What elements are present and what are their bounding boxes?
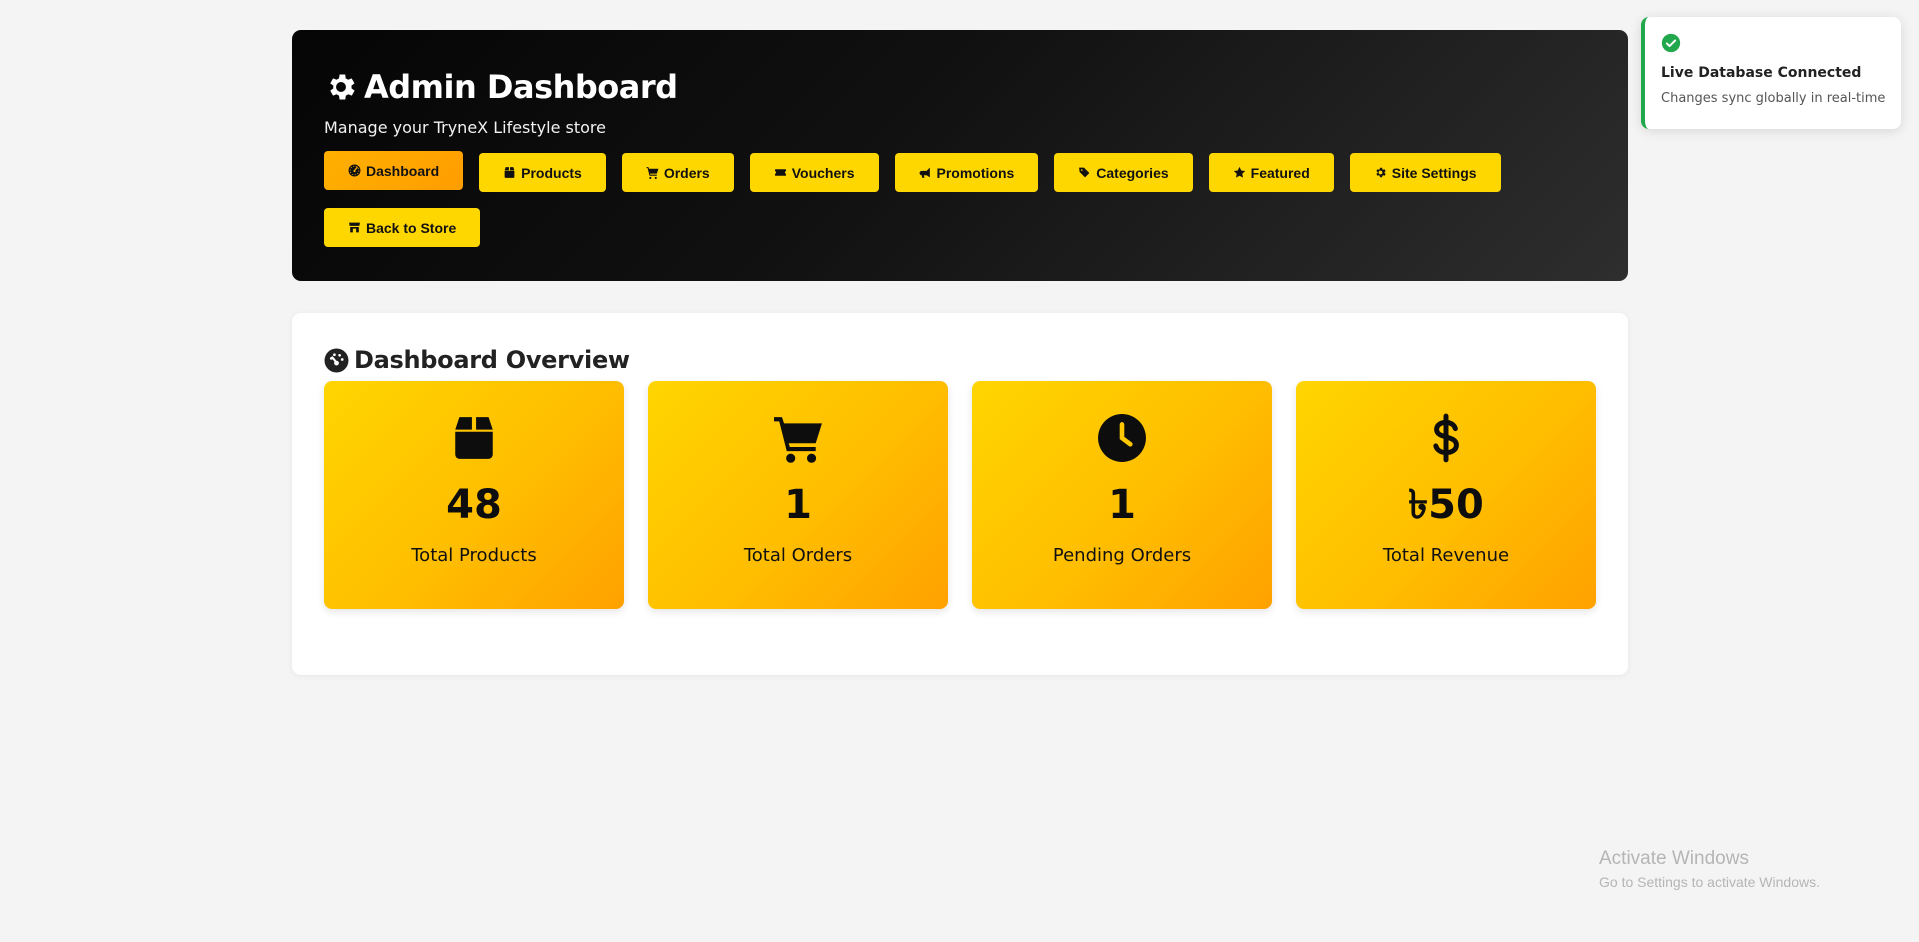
nav-site-settings-button[interactable]: Site Settings bbox=[1349, 153, 1501, 192]
page-subtitle: Manage your TryneX Lifestyle store bbox=[324, 118, 606, 137]
nav-vouchers-button[interactable]: Vouchers bbox=[749, 153, 879, 192]
stat-card-pending-orders: 1 Pending Orders bbox=[972, 381, 1272, 609]
stat-card-total-orders: 1 Total Orders bbox=[648, 381, 948, 609]
stat-label: Total Orders bbox=[743, 545, 853, 566]
stat-label: Total Revenue bbox=[1382, 545, 1510, 566]
nav-categories-label: Categories bbox=[1096, 164, 1169, 181]
stat-value: 1 bbox=[784, 482, 812, 528]
toast-message: Changes sync globally in real-time bbox=[1661, 91, 1886, 106]
page-title: Admin Dashboard bbox=[364, 68, 678, 106]
admin-header: Admin Dashboard Manage your TryneX Lifes… bbox=[292, 30, 1628, 281]
nav-products-label: Products bbox=[521, 164, 582, 181]
clock-icon bbox=[1098, 414, 1146, 462]
nav-promotions-button[interactable]: Promotions bbox=[894, 153, 1039, 192]
check-circle-icon bbox=[1661, 33, 1681, 53]
stat-value: 48 bbox=[446, 482, 502, 528]
overview-title: Dashboard Overview bbox=[354, 346, 630, 374]
windows-activation-watermark: Activate Windows Go to Settings to activ… bbox=[1599, 848, 1820, 890]
gauge-icon bbox=[324, 348, 349, 372]
stats-cards: 48 Total Products 1 Total Orders 1 Pendi… bbox=[324, 381, 1596, 609]
watermark-title: Activate Windows bbox=[1599, 848, 1749, 869]
nav-orders-button[interactable]: Orders bbox=[621, 153, 734, 192]
stat-value: 1 bbox=[1108, 482, 1136, 528]
stat-label: Pending Orders bbox=[1052, 545, 1192, 566]
tags-icon bbox=[1079, 167, 1090, 178]
toast-title: Live Database Connected bbox=[1661, 65, 1862, 81]
nav-site-settings-label: Site Settings bbox=[1391, 164, 1477, 181]
gear-icon bbox=[330, 74, 355, 100]
gear-icon bbox=[1376, 167, 1386, 178]
nav-categories-button[interactable]: Categories bbox=[1054, 153, 1193, 192]
store-icon bbox=[349, 222, 360, 233]
star-icon bbox=[1233, 166, 1245, 178]
nav-featured-button[interactable]: Featured bbox=[1208, 153, 1334, 192]
stat-value: ৳50 bbox=[1408, 482, 1484, 528]
nav-dashboard-label: Dashboard bbox=[366, 162, 440, 179]
nav-featured-label: Featured bbox=[1250, 164, 1310, 181]
nav-back-to-store-label: Back to Store bbox=[366, 219, 457, 236]
dollar-icon bbox=[1433, 413, 1459, 463]
gauge-icon bbox=[348, 164, 361, 177]
ticket-icon bbox=[774, 169, 786, 176]
box-icon bbox=[504, 167, 515, 178]
overview-title-row: Dashboard Overview bbox=[324, 345, 1596, 375]
dashboard-overview-panel: Dashboard Overview 48 Total Products 1 T… bbox=[292, 313, 1628, 675]
watermark-subtitle: Go to Settings to activate Windows. bbox=[1599, 874, 1820, 890]
nav-promotions-label: Promotions bbox=[936, 164, 1015, 181]
connection-toast: Live Database Connected Changes sync glo… bbox=[1641, 17, 1901, 129]
nav-orders-label: Orders bbox=[663, 164, 710, 181]
cart-icon bbox=[646, 167, 659, 179]
nav-dashboard-button[interactable]: Dashboard bbox=[324, 151, 464, 190]
admin-nav: Dashboard Products Orders Vouchers Promo… bbox=[324, 151, 1564, 247]
stat-label: Total Products bbox=[411, 545, 537, 566]
nav-back-to-store-button[interactable]: Back to Store bbox=[324, 208, 481, 247]
stat-card-total-revenue: ৳50 Total Revenue bbox=[1296, 381, 1596, 609]
stat-card-total-products: 48 Total Products bbox=[324, 381, 624, 609]
cart-icon bbox=[774, 417, 822, 463]
nav-products-button[interactable]: Products bbox=[479, 153, 606, 192]
box-icon bbox=[455, 417, 493, 459]
nav-vouchers-label: Vouchers bbox=[791, 164, 855, 181]
title-row: Admin Dashboard bbox=[324, 66, 1596, 108]
megaphone-icon bbox=[919, 167, 930, 178]
